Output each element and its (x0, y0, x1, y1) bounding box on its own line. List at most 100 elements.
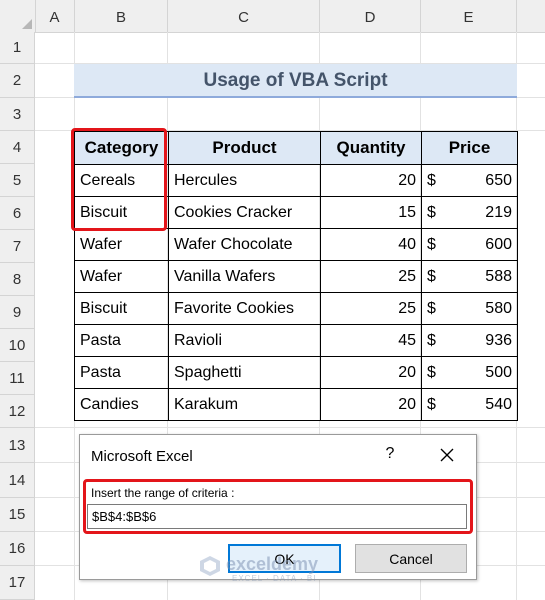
cell-quantity[interactable]: 25 (320, 292, 422, 325)
cell-price[interactable]: $600 (421, 228, 518, 261)
row-header-10[interactable]: 10 (0, 329, 35, 362)
row-header-3[interactable]: 3 (0, 98, 35, 131)
header-price[interactable]: Price (421, 131, 518, 165)
row-header-5[interactable]: 5 (0, 164, 35, 197)
cell-price[interactable]: $219 (421, 196, 518, 229)
currency-symbol: $ (427, 331, 436, 349)
price-value: 580 (485, 299, 512, 317)
cell-product[interactable]: Vanilla Wafers (168, 260, 321, 293)
cell-price[interactable]: $936 (421, 324, 518, 357)
watermark-tagline: EXCEL · DATA · BI (232, 574, 317, 583)
price-value: 936 (485, 331, 512, 349)
row-header-2[interactable]: 2 (0, 64, 35, 98)
row-header-6[interactable]: 6 (0, 197, 35, 230)
cell-price[interactable]: $580 (421, 292, 518, 325)
row-header-17[interactable]: 17 (0, 566, 35, 600)
close-icon (440, 448, 454, 462)
sheet-title: Usage of VBA Script (74, 64, 517, 98)
price-wrap: $500 (427, 364, 512, 382)
price-value: 650 (485, 171, 512, 189)
price-wrap: $580 (427, 300, 512, 318)
row-header-8[interactable]: 8 (0, 263, 35, 296)
select-all-triangle-icon (22, 19, 32, 29)
price-wrap: $650 (427, 172, 512, 190)
currency-symbol: $ (427, 235, 436, 253)
row-header-4[interactable]: 4 (0, 131, 35, 164)
table-row: Wafer Wafer Chocolate 40 $600 (74, 228, 518, 261)
cell-quantity[interactable]: 20 (320, 356, 422, 389)
price-wrap: $540 (427, 396, 512, 414)
price-value: 219 (485, 203, 512, 221)
cell-product[interactable]: Karakum (168, 388, 321, 421)
table-row: Candies Karakum 20 $540 (74, 388, 518, 421)
cell-price[interactable]: $540 (421, 388, 518, 421)
cell-quantity[interactable]: 20 (320, 388, 422, 421)
row-header-16[interactable]: 16 (0, 532, 35, 566)
price-wrap: $588 (427, 268, 512, 286)
row-header-9[interactable]: 9 (0, 296, 35, 329)
price-value: 600 (485, 235, 512, 253)
dialog-title: Microsoft Excel (91, 448, 193, 465)
cell-product[interactable]: Wafer Chocolate (168, 228, 321, 261)
cell-product[interactable]: Ravioli (168, 324, 321, 357)
cell-price[interactable]: $588 (421, 260, 518, 293)
table-row: Pasta Ravioli 45 $936 (74, 324, 518, 357)
currency-symbol: $ (427, 395, 436, 413)
cell-category[interactable]: Biscuit (74, 292, 169, 325)
row-header-13[interactable]: 13 (0, 428, 35, 463)
column-header-row: A B C D E (0, 0, 545, 33)
cancel-button[interactable]: Cancel (355, 544, 467, 573)
select-all-corner[interactable] (0, 0, 36, 32)
cell-quantity[interactable]: 20 (320, 164, 422, 197)
row-header-7[interactable]: 7 (0, 230, 35, 263)
row-header-11[interactable]: 11 (0, 362, 35, 395)
cell-product[interactable]: Hercules (168, 164, 321, 197)
row-header-12[interactable]: 12 (0, 395, 35, 428)
cell-product[interactable]: Spaghetti (168, 356, 321, 389)
header-quantity[interactable]: Quantity (320, 131, 422, 165)
row-header-14[interactable]: 14 (0, 463, 35, 498)
cell-category[interactable]: Wafer (74, 228, 169, 261)
currency-symbol: $ (427, 267, 436, 285)
cell-quantity[interactable]: 40 (320, 228, 422, 261)
column-header-a[interactable]: A (35, 0, 75, 32)
cell-price[interactable]: $650 (421, 164, 518, 197)
category-criteria-highlight (71, 128, 167, 231)
table-row: Pasta Spaghetti 20 $500 (74, 356, 518, 389)
cell-quantity[interactable]: 25 (320, 260, 422, 293)
column-header-e[interactable]: E (421, 0, 517, 32)
price-value: 500 (485, 363, 512, 381)
price-wrap: $600 (427, 236, 512, 254)
cell-quantity[interactable]: 15 (320, 196, 422, 229)
price-wrap: $936 (427, 332, 512, 350)
watermark: exceldemy EXCEL · DATA · BI (198, 552, 358, 584)
cell-category[interactable]: Candies (74, 388, 169, 421)
cell-category[interactable]: Pasta (74, 356, 169, 389)
price-value: 588 (485, 267, 512, 285)
help-button[interactable]: ? (380, 445, 400, 467)
currency-symbol: $ (427, 363, 436, 381)
column-header-c[interactable]: C (168, 0, 320, 32)
table-row: Biscuit Favorite Cookies 25 $580 (74, 292, 518, 325)
table-row: Wafer Vanilla Wafers 25 $588 (74, 260, 518, 293)
gridline (35, 427, 545, 428)
cell-product[interactable]: Cookies Cracker (168, 196, 321, 229)
cell-price[interactable]: $500 (421, 356, 518, 389)
currency-symbol: $ (427, 171, 436, 189)
cell-quantity[interactable]: 45 (320, 324, 422, 357)
column-header-d[interactable]: D (320, 0, 421, 32)
cell-category[interactable]: Wafer (74, 260, 169, 293)
watermark-name: exceldemy (226, 554, 319, 574)
exceldemy-logo-icon (200, 556, 220, 576)
price-value: 540 (485, 395, 512, 413)
input-highlight (83, 479, 473, 534)
currency-symbol: $ (427, 203, 436, 221)
cell-product[interactable]: Favorite Cookies (168, 292, 321, 325)
close-button[interactable] (436, 444, 458, 466)
header-product[interactable]: Product (168, 131, 321, 165)
row-header-1[interactable]: 1 (0, 32, 35, 64)
row-header-15[interactable]: 15 (0, 498, 35, 532)
cell-category[interactable]: Pasta (74, 324, 169, 357)
column-header-b[interactable]: B (75, 0, 168, 32)
price-wrap: $219 (427, 204, 512, 222)
